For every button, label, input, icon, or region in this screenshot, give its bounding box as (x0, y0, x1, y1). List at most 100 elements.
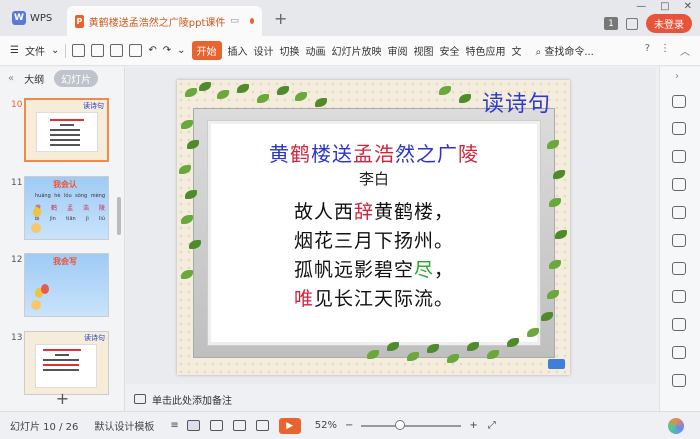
menu-tab-security[interactable]: 安全 (440, 43, 460, 58)
chevron-down-icon[interactable]: ⌄ (51, 45, 59, 56)
minimize-icon[interactable]: — (636, 1, 646, 12)
notes-toggle-icon[interactable]: ≡ (170, 420, 178, 431)
divider (65, 43, 67, 58)
menu-tab-review[interactable]: 审阅 (388, 43, 408, 58)
thumbnail-row[interactable]: 10 读诗句 (0, 98, 125, 166)
notes-area[interactable]: 单击此处添加备注 (126, 388, 656, 410)
assistant-orb-icon[interactable] (668, 417, 684, 434)
poem-line: 孤帆远影碧空尽， (207, 256, 541, 285)
slide-counter: 幻灯片 10 / 26 (10, 422, 79, 433)
quick-access-more-icon[interactable]: ⌄ (177, 45, 185, 56)
zoom-out-button[interactable]: − (345, 420, 353, 431)
share-icon[interactable] (672, 290, 686, 303)
thumbnail-row[interactable]: 12 我会写 (0, 253, 125, 321)
add-slide-button[interactable]: + (0, 385, 125, 411)
play-slideshow-button[interactable]: ▶ (278, 417, 301, 434)
apps-grid-icon[interactable] (626, 17, 638, 30)
print-preview-icon[interactable] (129, 44, 143, 57)
image-icon[interactable] (672, 318, 686, 331)
menu-tab-transition[interactable]: 切换 (280, 43, 300, 58)
monitor-icon[interactable]: ▭ (230, 16, 239, 26)
maximize-icon[interactable]: □ (660, 1, 669, 12)
gallery-icon[interactable] (672, 234, 686, 247)
object-select-icon[interactable] (672, 150, 686, 163)
collapse-ribbon-icon[interactable]: ︿ (680, 43, 690, 58)
status-right (668, 417, 700, 434)
command-search[interactable]: ⌕ 查找命令... (536, 43, 594, 58)
toolbar-right-icons: ? ⋮ ︿ (645, 43, 700, 58)
layout-icon[interactable] (672, 206, 686, 219)
table-icon[interactable] (672, 262, 686, 275)
poem-line-segment: ， (434, 259, 455, 281)
thumbnail-row[interactable]: 11 我会认 huánghèlóusòngmèng 黄鹤孟浩陵 bìjìntiā… (0, 176, 125, 244)
slide-number: 13 (11, 333, 23, 343)
slide-thumbnail-10[interactable]: 读诗句 (24, 98, 109, 162)
workspace-badge[interactable]: 1 (604, 17, 618, 30)
collapse-pane-icon[interactable]: « (8, 73, 14, 84)
more-icon[interactable]: ⋮ (660, 43, 670, 58)
balloon-icon (33, 207, 41, 217)
collapse-sidebar-icon[interactable]: › (675, 71, 679, 82)
thumbnail-character-grid: huánghèlóusòngmèng 黄鹤孟浩陵 bìjìntiānjìliú (35, 193, 105, 222)
settings-sliders-icon[interactable] (672, 178, 686, 191)
current-slide[interactable]: 读诗句 黄鹤楼送孟浩然之广陵 李白 故人西辞黄鹤楼， 烟花三月下扬州。 孤帆远影碧空… (177, 80, 570, 375)
recording-icon[interactable] (255, 420, 269, 431)
thumbnail-title: 读诗句 (83, 102, 104, 110)
poem-author: 李白 (358, 170, 389, 188)
menu-tab-slideshow[interactable]: 幻灯片放映 (332, 43, 382, 58)
menu-tab-design[interactable]: 设计 (254, 43, 274, 58)
slide-sorter-icon[interactable] (209, 420, 223, 431)
zoom-level[interactable]: 52% (315, 420, 337, 431)
slide-thumbnail-12[interactable]: 我会写 (24, 253, 109, 317)
export-pdf-icon[interactable] (91, 44, 105, 57)
new-tab-button[interactable]: + (274, 9, 287, 28)
poem-line-segment: 见长江天际流。 (314, 288, 455, 310)
normal-view-icon[interactable] (186, 420, 200, 431)
wps-home-tab[interactable]: W WPS (4, 4, 59, 32)
save-icon[interactable] (72, 44, 86, 57)
menu-tab-start[interactable]: 开始 (191, 41, 222, 60)
close-icon[interactable]: ✕ (684, 1, 692, 12)
zoom-in-button[interactable]: + (469, 420, 477, 431)
reading-view-icon[interactable] (232, 420, 246, 431)
slide-thumbnail-11[interactable]: 我会认 huánghèlóusòngmèng 黄鹤孟浩陵 bìjìntiānjì… (24, 176, 109, 240)
menu-tab-animation[interactable]: 动画 (306, 43, 326, 58)
zoom-slider[interactable] (361, 419, 462, 430)
volume-icon[interactable] (672, 346, 686, 359)
hamburger-icon[interactable]: ☰ (10, 45, 19, 56)
thumbnail-text-lines (50, 116, 86, 149)
thumbnail-scrollbar[interactable] (117, 197, 121, 235)
fit-window-icon[interactable]: ⤢ (488, 420, 496, 431)
poem-line-segment: 故人西 (293, 201, 354, 223)
slide-corner-title: 读诗句 (482, 92, 552, 117)
notes-placeholder[interactable]: 单击此处添加备注 (152, 392, 232, 407)
shapes-icon[interactable] (672, 122, 686, 135)
thumbnail-title: 我会认 (53, 180, 77, 189)
slide-thumbnail-pane: « 大纲 幻灯片 10 读诗句 11 我会认 huáng hè lóu sòng mèn… (0, 67, 125, 411)
redo-icon[interactable]: ↷ (163, 45, 171, 56)
poem-line-segment: 尽 (413, 259, 434, 281)
menu-tab-insert[interactable]: 插入 (228, 43, 248, 58)
menu-tab-view[interactable]: 视图 (414, 43, 434, 58)
balloon-icon (41, 284, 49, 294)
print-icon[interactable] (110, 44, 124, 57)
login-button[interactable]: 未登录 (646, 14, 692, 33)
child-illustration-icon (31, 223, 41, 233)
slide-number: 11 (11, 178, 23, 188)
document-tab[interactable]: P 黄鹤楼送孟浩然之广陵ppt课件 ▭ (67, 6, 262, 36)
tab-slides[interactable]: 幻灯片 (54, 69, 99, 87)
poem-line-segment: 烟花三月下扬州。 (293, 230, 454, 252)
help-icon[interactable]: ? (645, 43, 650, 58)
pin-icon[interactable] (672, 374, 686, 387)
command-search-label: 查找命令... (544, 47, 594, 58)
menu-tab-special-apps[interactable]: 特色应用 (466, 43, 506, 58)
poem-line: 唯见长江天际流。 (207, 285, 541, 314)
zoom-slider-knob[interactable] (395, 419, 406, 430)
magic-tools-icon[interactable] (672, 95, 686, 108)
tab-outline[interactable]: 大纲 (24, 71, 44, 86)
unsaved-dot-icon[interactable] (249, 18, 254, 24)
menu-tab-overflow[interactable]: 文 (512, 43, 522, 58)
design-template-label[interactable]: 默认设计模板 (94, 418, 154, 433)
file-menu[interactable]: 文件 (25, 43, 45, 58)
undo-icon[interactable]: ↶ (148, 45, 156, 56)
